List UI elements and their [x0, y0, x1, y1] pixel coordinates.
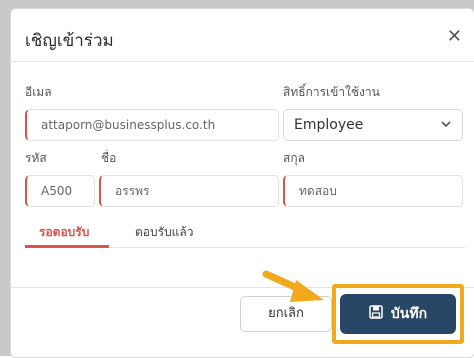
close-icon[interactable]: ✕ — [447, 28, 462, 46]
last-name-label: สกุล — [283, 151, 305, 165]
role-selected-value: Employee — [294, 117, 364, 133]
role-label: สิทธิ์การเข้าใช้งาน — [283, 85, 380, 99]
last-name-field[interactable]: ทดสอบ — [283, 175, 463, 207]
role-select[interactable]: Employee — [283, 109, 463, 141]
code-label: รหัส — [25, 151, 47, 165]
floppy-disk-icon — [369, 305, 383, 323]
save-button-label: บันทึก — [390, 306, 428, 322]
email-field[interactable]: attaporn@businessplus.co.th — [25, 109, 279, 141]
save-button[interactable]: บันทึก — [340, 294, 456, 334]
first-name-label: ชื่อ — [101, 151, 117, 165]
dialog-title: เชิญเข้าร่วม — [25, 31, 114, 51]
active-tab-indicator — [25, 245, 109, 248]
tab-accepted[interactable]: ตอบรับแล้ว — [135, 223, 194, 242]
email-label: อีเมล — [25, 85, 52, 99]
arrow-icon — [262, 270, 324, 302]
code-field[interactable]: A500 — [25, 175, 95, 207]
chevron-down-icon — [440, 110, 452, 151]
first-name-field[interactable]: อรรพร — [99, 175, 279, 207]
dialog-header: เชิญเข้าร่วม ✕ — [11, 9, 474, 62]
tab-pending[interactable]: รอตอบรับ — [39, 223, 89, 242]
